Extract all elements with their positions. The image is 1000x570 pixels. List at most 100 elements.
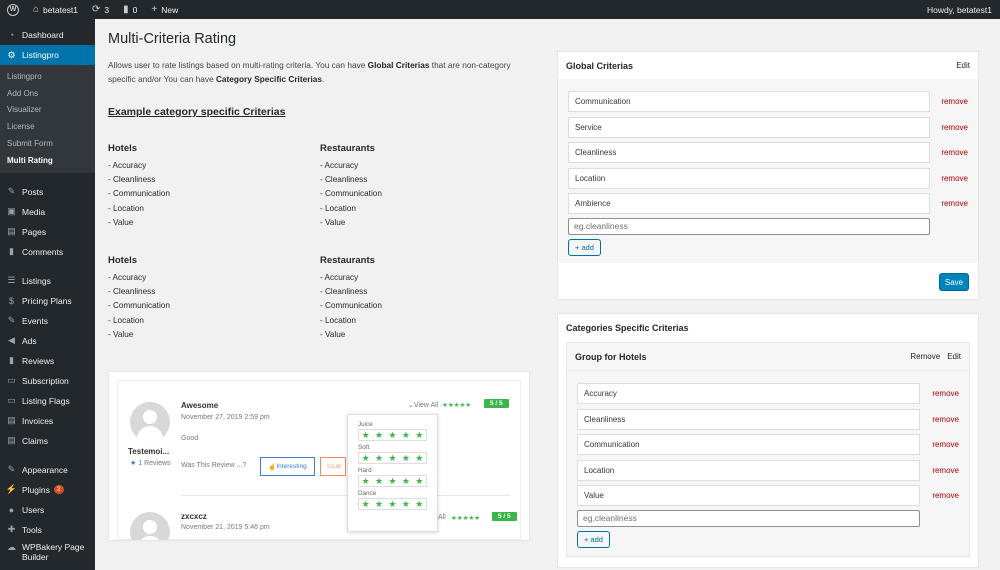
popup-criterion-label: Hard — [358, 467, 372, 474]
rating-score-badge: 5 / 5 — [492, 512, 517, 521]
submenu-item-add-ons[interactable]: Add Ons — [0, 85, 95, 102]
remove-link[interactable]: remove — [932, 491, 959, 500]
sidebar-item-plugins[interactable]: ⚡ Plugins 2 — [0, 480, 95, 500]
sidebar-item-comments[interactable]: ▮ Comments — [0, 242, 95, 262]
group-remove-link[interactable]: Remove — [910, 352, 940, 361]
admin-sidebar: ◔ Dashboard ⚙ Listingpro Listingpro Add On… — [0, 19, 95, 570]
page-title: Multi-Criteria Rating — [108, 31, 237, 47]
lol-button: ☺ Lol — [320, 457, 346, 476]
comments-link[interactable]: ▮ 0 — [116, 0, 144, 19]
save-button[interactable]: Save — [939, 273, 969, 291]
example-category-title: Restaurants — [320, 143, 375, 154]
criteria-row: Ambience remove — [568, 191, 968, 217]
sidebar-item-listing-flags[interactable]: ▭ Listing Flags — [0, 391, 95, 411]
pushpin-icon: ✎ — [7, 186, 16, 197]
criteria-field[interactable]: Location — [568, 167, 930, 189]
submenu-item-visualizer[interactable]: Visualizer — [0, 102, 95, 119]
example-criterion: - Accuracy — [108, 273, 147, 282]
sidebar-item-events[interactable]: ✎ Events — [0, 311, 95, 331]
example-category-restaurants: Restaurants - Accuracy - Cleanliness - C… — [320, 143, 382, 230]
criteria-field[interactable]: Value — [577, 485, 920, 507]
list-icon: ☰ — [7, 275, 16, 286]
example-criterion: - Cleanliness — [108, 175, 156, 185]
remove-link[interactable]: remove — [932, 389, 959, 398]
star-icon: ★ — [130, 460, 137, 467]
sidebar-item-appearance[interactable]: ✎ Appearance — [0, 460, 95, 480]
sidebar-item-listings[interactable]: ☰ Listings — [0, 271, 95, 291]
remove-link[interactable]: remove — [941, 148, 968, 157]
example-criterion: - Value — [320, 217, 346, 227]
updates-link[interactable]: ⟳ 3 — [85, 0, 116, 19]
submenu-item-license[interactable]: License — [0, 118, 95, 135]
dollar-icon: $ — [8, 295, 14, 306]
criteria-row: Location remove — [577, 458, 959, 484]
rating-stars: ★★★★★ — [451, 515, 481, 522]
new-content-link[interactable]: + New — [144, 0, 185, 19]
sidebar-item-dashboard[interactable]: ◔ Dashboard — [0, 25, 95, 45]
example-category-title: Hotels — [108, 255, 138, 266]
sidebar-item-tools[interactable]: ✚ Tools — [0, 520, 95, 540]
view-all-link: ⌄View All — [408, 402, 439, 409]
group-edit-link[interactable]: Edit — [947, 352, 961, 361]
wp-logo-menu[interactable]: W — [0, 0, 26, 19]
criteria-row: Service remove — [568, 115, 968, 141]
criteria-field[interactable]: Communication — [568, 91, 930, 113]
rating-score-badge: 5 / 5 — [484, 399, 509, 408]
popup-stars: ★ ★ ★ ★ ★ — [358, 475, 427, 487]
account-menu[interactable]: Howdy, betatest1 — [920, 0, 1000, 19]
pushpin-icon: ✎ — [7, 315, 16, 326]
example-criterion: - Communication — [108, 189, 170, 199]
sidebar-item-media[interactable]: ▣ Media — [0, 202, 95, 222]
sidebar-item-subscription[interactable]: ▭ Subscription — [0, 371, 95, 391]
remove-link[interactable]: remove — [932, 415, 959, 424]
review-date: November 21, 2019 5:46 pm — [181, 524, 270, 531]
dashboard-icon: ◔ — [8, 30, 15, 40]
remove-link[interactable]: remove — [941, 97, 968, 106]
remove-link[interactable]: remove — [932, 466, 959, 475]
criteria-field[interactable]: Ambience — [568, 193, 930, 215]
criteria-field[interactable]: Service — [568, 116, 930, 138]
example-criterion: - Value — [108, 329, 134, 339]
sidebar-item-ads[interactable]: ◀ Ads — [0, 331, 95, 351]
interesting-button: ☝ Interesting — [260, 457, 315, 476]
sidebar-item-invoices[interactable]: ▤ Invoices — [0, 411, 95, 431]
sidebar-item-wpbakery[interactable]: ☁ WPBakery Page Builder — [0, 540, 95, 564]
new-criteria-input[interactable]: eg.cleanliness — [568, 217, 930, 235]
sidebar-item-reviews[interactable]: ▮ Reviews — [0, 351, 95, 371]
submenu-item-listingpro[interactable]: Listingpro — [0, 68, 95, 85]
criteria-field[interactable]: Cleanliness — [577, 408, 920, 430]
remove-link[interactable]: remove — [941, 174, 968, 183]
rating-breakdown-popup: Juice ★ ★ ★ ★ ★ Soft ★ ★ ★ ★ ★ Hard ★ ★ ★ ★ ★ Dance … — [347, 414, 438, 532]
site-name-link[interactable]: ⌂ betatest1 — [26, 0, 85, 19]
submenu-item-multi-rating[interactable]: Multi Rating — [0, 152, 95, 169]
example-criterion: - Location — [108, 203, 144, 213]
submenu-item-submit-form[interactable]: Submit Form — [0, 135, 95, 152]
sidebar-item-posts[interactable]: ✎ Posts — [0, 182, 95, 202]
sidebar-item-listingpro[interactable]: ⚙ Listingpro — [0, 45, 95, 65]
criteria-row: Accuracy remove — [577, 381, 959, 407]
global-edit-link[interactable]: Edit — [956, 61, 970, 70]
criteria-row: Location remove — [568, 166, 968, 192]
add-criteria-button[interactable]: + add — [568, 238, 601, 256]
megaphone-icon: ◀ — [8, 335, 15, 346]
claim-icon: ▤ — [7, 435, 16, 446]
popup-criterion-label: Soft — [358, 444, 370, 451]
criteria-field[interactable]: Communication — [577, 434, 920, 456]
new-criteria-input[interactable]: eg.cleanliness — [577, 509, 920, 527]
criteria-field[interactable]: Cleanliness — [568, 142, 930, 164]
global-criterias-panel: Global Criterias Edit Communication remov… — [557, 51, 979, 300]
popup-stars: ★ ★ ★ ★ ★ — [358, 498, 427, 510]
remove-link[interactable]: remove — [941, 199, 968, 208]
remove-link[interactable]: remove — [941, 123, 968, 132]
sidebar-item-claims[interactable]: ▤ Claims — [0, 431, 95, 451]
sidebar-item-users[interactable]: ● Users — [0, 500, 95, 520]
remove-link[interactable]: remove — [932, 440, 959, 449]
media-icon: ▣ — [7, 206, 16, 217]
criteria-field[interactable]: Location — [577, 459, 920, 481]
cloud-icon: ☁ — [7, 541, 16, 552]
sidebar-item-pricing-plans[interactable]: $ Pricing Plans — [0, 291, 95, 311]
avatar — [130, 402, 170, 442]
add-criteria-button[interactable]: + add — [577, 530, 610, 548]
sidebar-item-pages[interactable]: ▤ Pages — [0, 222, 95, 242]
criteria-field[interactable]: Accuracy — [577, 383, 920, 405]
